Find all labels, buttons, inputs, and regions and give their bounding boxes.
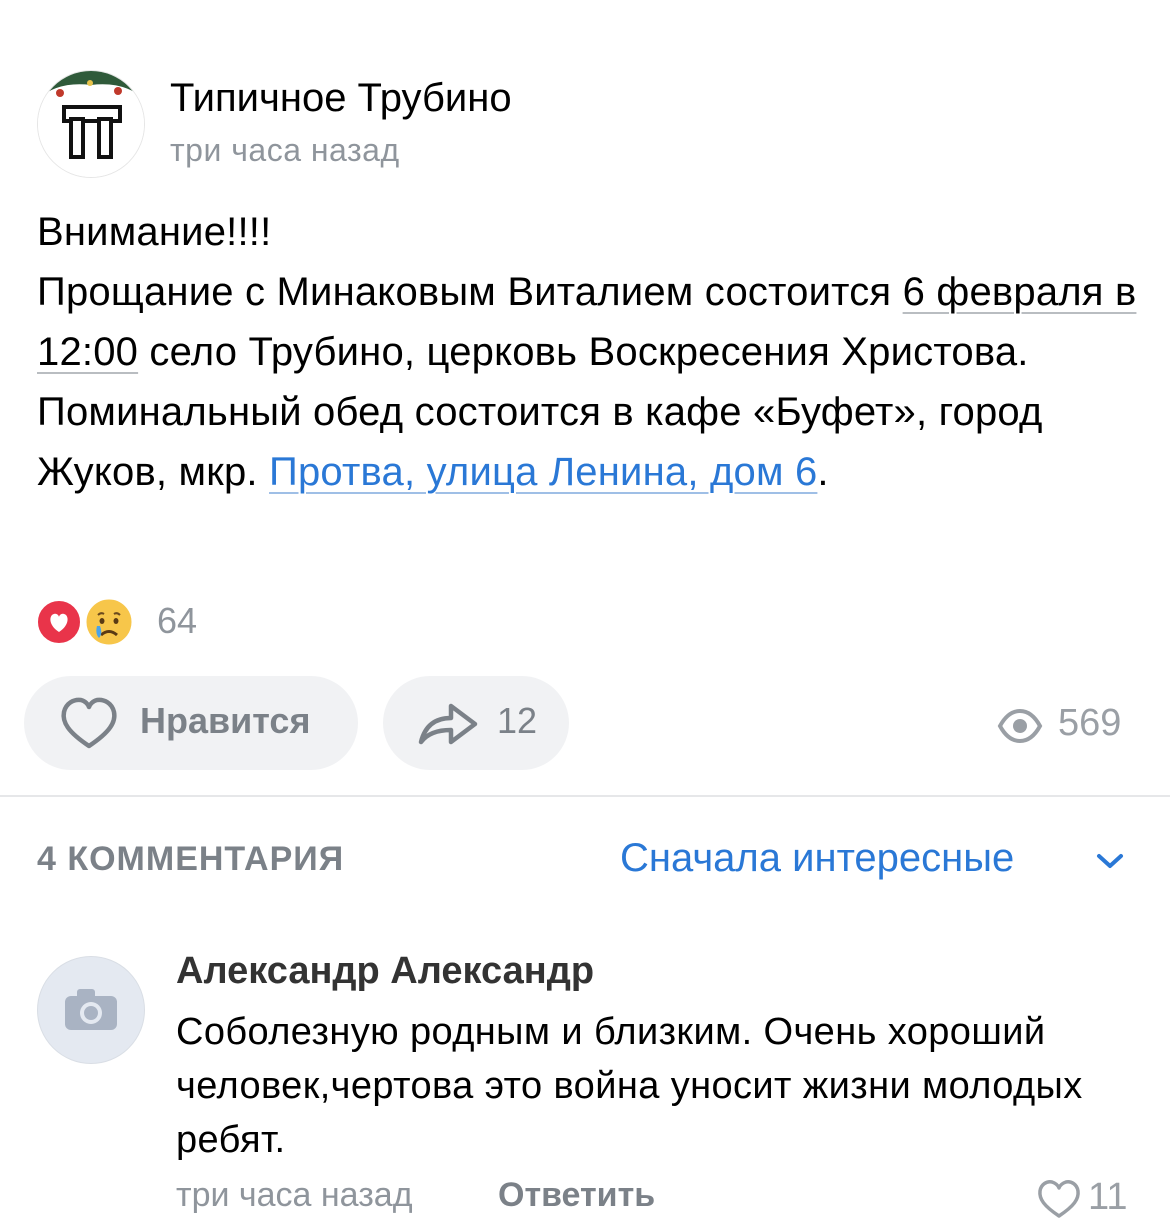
farewell-location-text: село Трубино, церковь Воскресения Христо… [138,330,1029,374]
memorial-end-text: . [817,450,829,494]
like-button[interactable]: Нравится [24,676,358,770]
comments-count-label: 4 КОММЕНТАРИЯ [37,840,345,878]
crying-face-reaction-icon [83,596,135,648]
heart-reaction-icon [35,598,83,646]
post-body: Внимание!!!! Прощание с Минаковым Витали… [37,202,1137,502]
heart-outline-icon [1038,1180,1080,1218]
community-logo-icon: ТТ [38,71,144,177]
share-arrow-icon [418,703,478,745]
commenter-avatar[interactable] [37,956,145,1064]
views-count: 569 [1058,702,1122,744]
post-header: ТТ Типичное Трубино три часа назад [37,70,1137,178]
comment-text: Соболезную родным и близким. Очень хорош… [176,1011,1083,1161]
address-link[interactable]: Протва, улица Ленина, дом 6 [269,450,817,494]
like-label: Нравится [140,700,311,741]
views-counter: 569 [996,700,1146,748]
comments-sort-dropdown[interactable]: Сначала интересные [620,836,1140,886]
eye-icon [997,708,1043,744]
share-button[interactable]: 12 [383,676,569,770]
comment-author-name[interactable]: Александр Александр [176,950,594,993]
comment-like-count: 11 [1088,1176,1128,1218]
chevron-down-icon [1097,854,1123,868]
post-paragraph-memorial: Поминальный обед состоится в кафе «Буфет… [37,382,1137,502]
post-timestamp: три часа назад [170,132,400,168]
reply-button[interactable]: Ответить [498,1176,655,1215]
comment-timestamp: три часа назад [176,1176,413,1214]
sort-label: Сначала интересные [620,836,1015,880]
share-count: 12 [497,700,538,741]
section-divider [0,795,1170,797]
post-author-name[interactable]: Типичное Трубино [170,76,512,121]
comment-like-button[interactable]: 11 [1036,1172,1146,1222]
farewell-text: Прощание с Минаковым Виталием состоится [37,270,903,314]
post-paragraph-farewell: Прощание с Минаковым Виталием состоится … [37,262,1137,382]
reactions-count: 64 [157,600,198,641]
post-line-attention: Внимание!!!! [37,210,272,254]
heart-outline-icon [61,697,117,749]
camera-icon [65,989,117,1030]
reactions-summary[interactable]: 64 [35,596,235,648]
community-avatar[interactable]: ТТ [37,70,145,178]
